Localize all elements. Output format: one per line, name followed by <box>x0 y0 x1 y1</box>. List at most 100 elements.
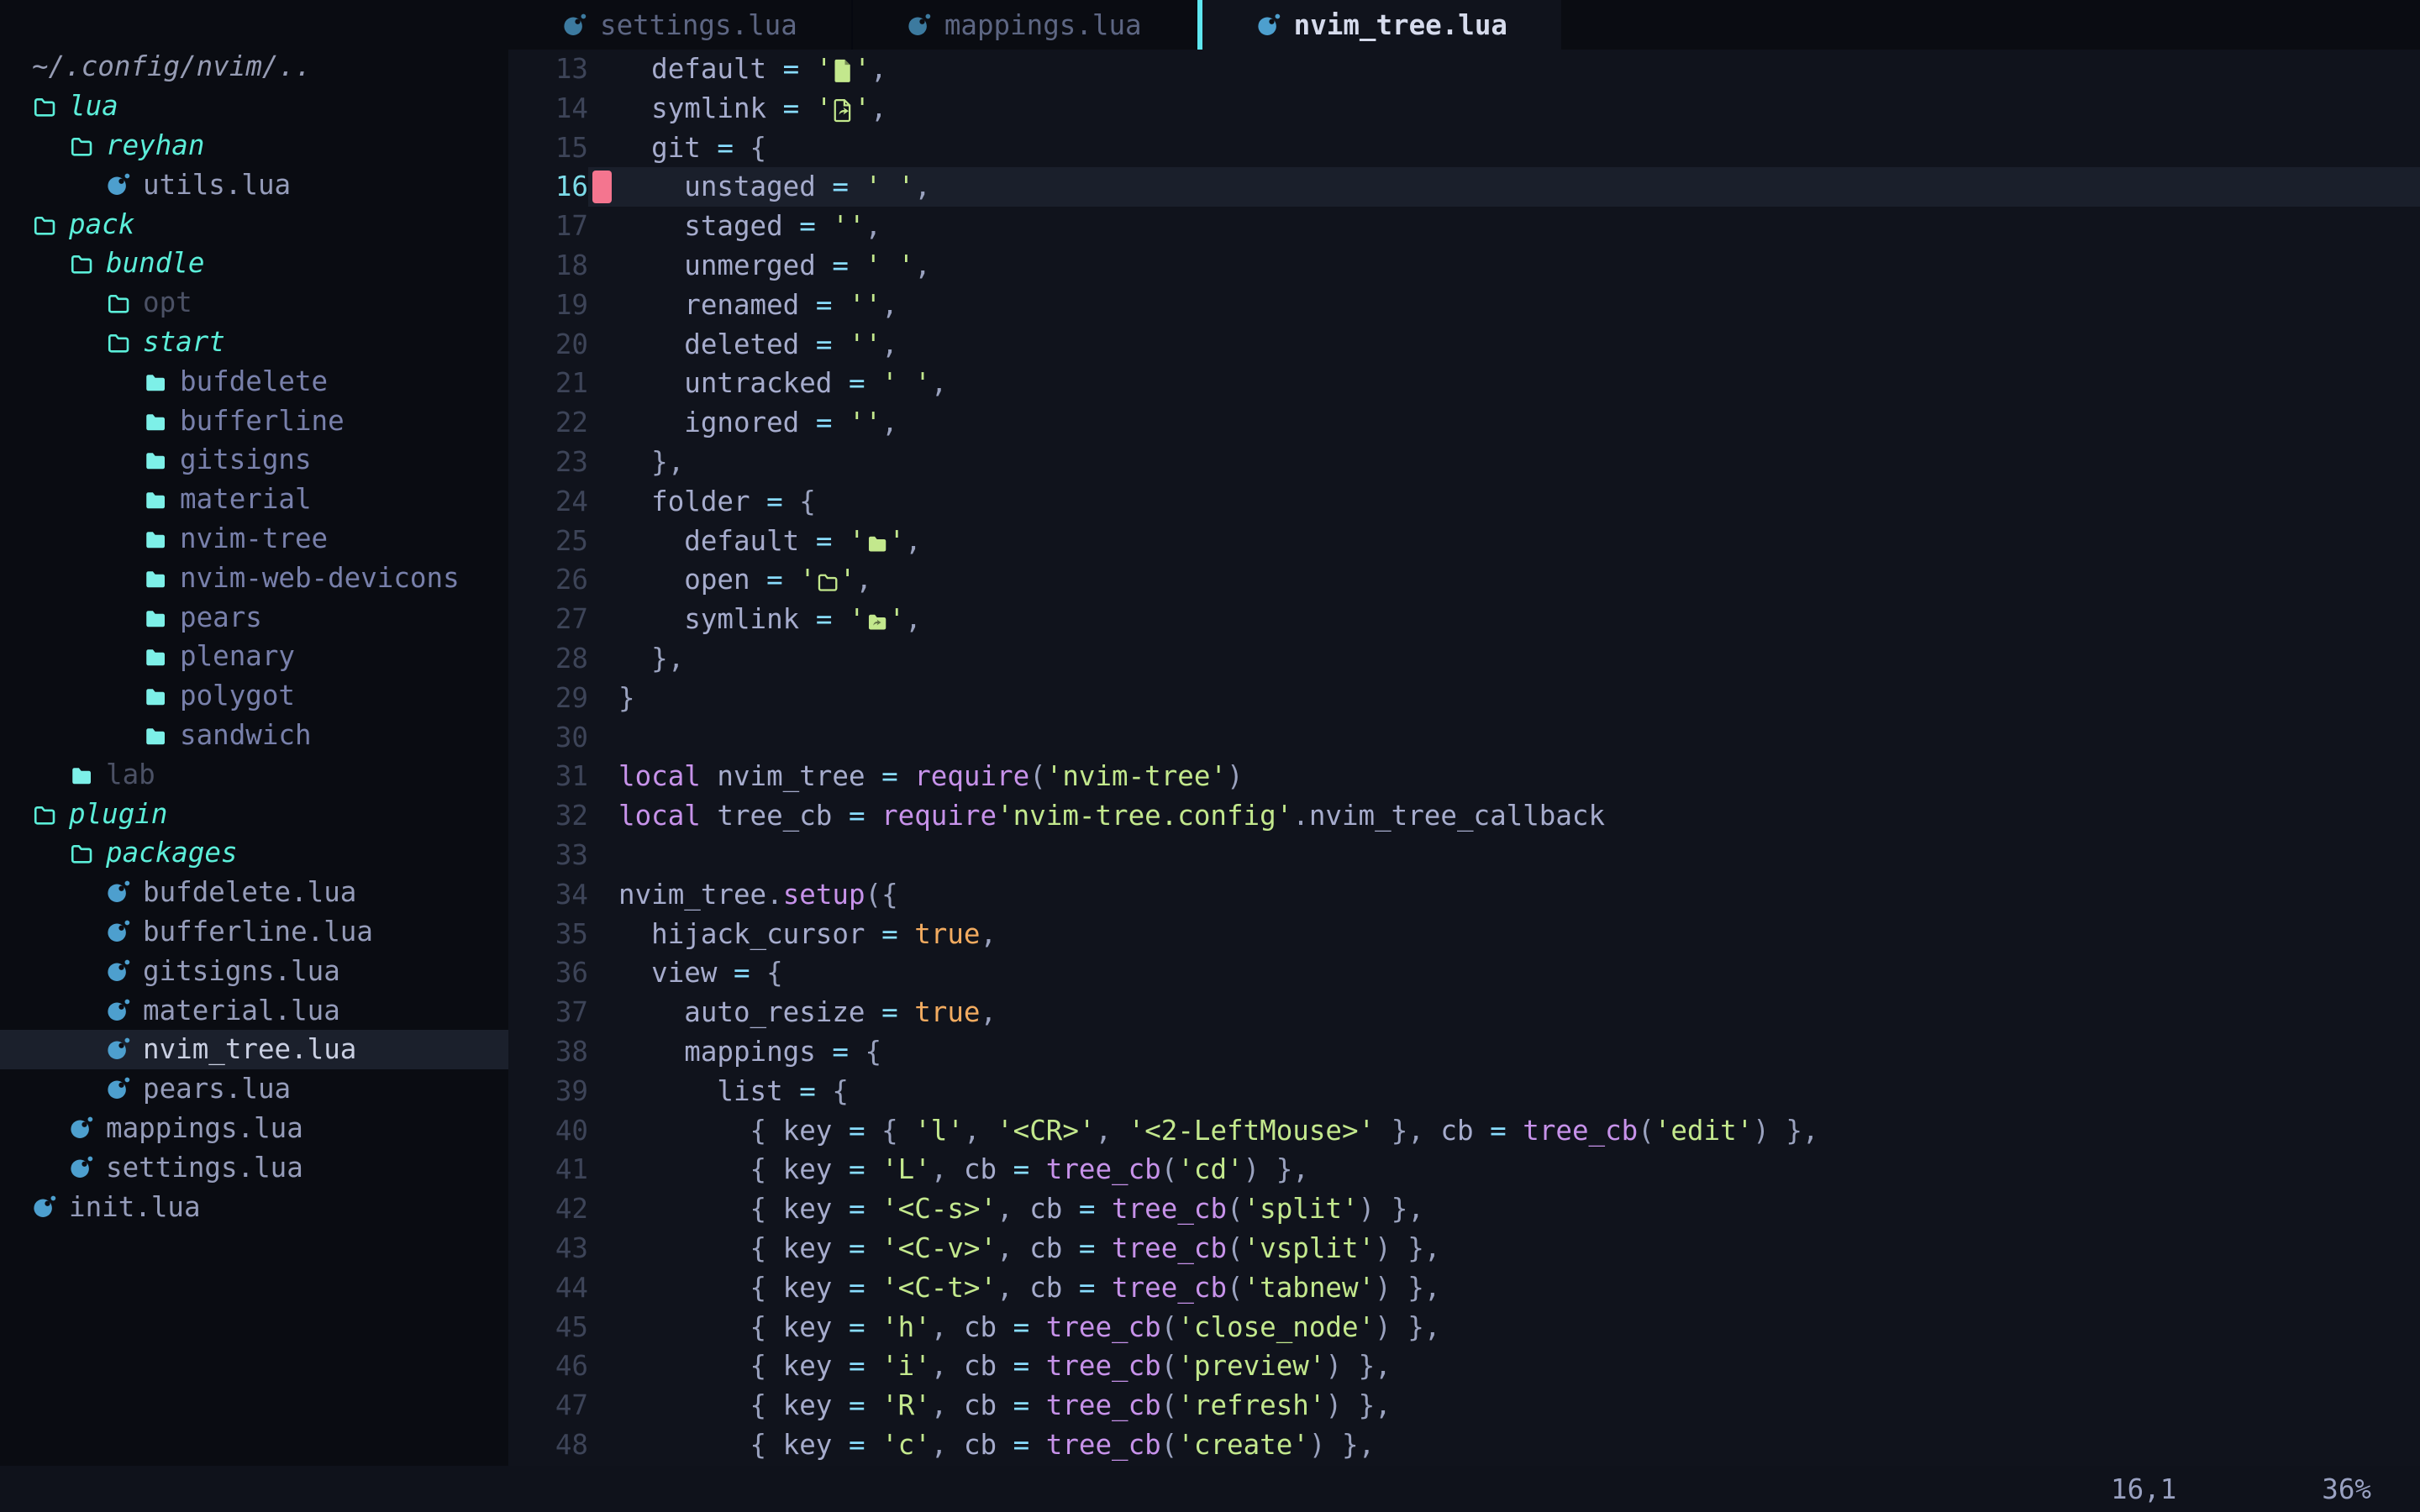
tab-settings.lua[interactable]: settings.lua <box>508 0 853 50</box>
line-text: list = { <box>588 1072 849 1111</box>
tree-item-pears.lua[interactable]: pears.lua <box>0 1069 508 1109</box>
lua-icon <box>106 1076 131 1101</box>
line-number: 41 <box>508 1150 588 1189</box>
token-str: ' <box>854 53 871 85</box>
code-line-21[interactable]: 21 untracked = ' ', <box>508 364 2420 403</box>
code-line-39[interactable]: 39 list = { <box>508 1072 2420 1111</box>
tree-item-start[interactable]: start <box>0 323 508 362</box>
tree-item-bufferline[interactable]: bufferline <box>0 401 508 440</box>
code-line-29[interactable]: 29} <box>508 679 2420 718</box>
code-line-43[interactable]: 43 { key = '<C-v>', cb = tree_cb('vsplit… <box>508 1229 2420 1268</box>
token-kw: local <box>618 760 717 792</box>
code-line-35[interactable]: 35 hijack_cursor = true, <box>508 915 2420 954</box>
code-line-48[interactable]: 48 { key = 'c', cb = tree_cb('create') }… <box>508 1425 2420 1465</box>
line-number: 45 <box>508 1308 588 1347</box>
tree-item-bufferline.lua[interactable]: bufferline.lua <box>0 912 508 952</box>
code-line-47[interactable]: 47 { key = 'R', cb = tree_cb('refresh') … <box>508 1386 2420 1425</box>
code-line-32[interactable]: 32local tree_cb = require'nvim-tree.conf… <box>508 796 2420 836</box>
code-line-40[interactable]: 40 { key = { 'l', '<CR>', '<2-LeftMouse>… <box>508 1111 2420 1151</box>
tree-item-material.lua[interactable]: material.lua <box>0 990 508 1030</box>
code-line-28[interactable]: 28 }, <box>508 639 2420 679</box>
line-number: 16 <box>508 167 588 207</box>
tree-item-nvim_tree.lua[interactable]: nvim_tree.lua <box>0 1030 508 1069</box>
code-line-37[interactable]: 37 auto_resize = true, <box>508 993 2420 1032</box>
code-line-17[interactable]: 17 staged = '', <box>508 207 2420 246</box>
tree-item-utils.lua[interactable]: utils.lua <box>0 165 508 204</box>
code-line-14[interactable]: 14 symlink = '', <box>508 89 2420 129</box>
line-text: auto_resize = true, <box>588 993 997 1032</box>
tree-item-lab[interactable]: lab <box>0 754 508 794</box>
code-line-33[interactable]: 33 <box>508 836 2420 875</box>
code-line-34[interactable]: 34nvim_tree.setup({ <box>508 875 2420 915</box>
token-str: 'split' <box>1244 1193 1359 1225</box>
tree-item-plugin[interactable]: plugin <box>0 794 508 833</box>
code-line-41[interactable]: 41 { key = 'L', cb = tree_cb('cd') }, <box>508 1150 2420 1189</box>
folder-open-icon <box>32 212 57 237</box>
code-line-31[interactable]: 31local nvim_tree = require('nvim-tree') <box>508 757 2420 796</box>
token-op: = <box>849 1272 881 1304</box>
tree-item-lua[interactable]: lua <box>0 87 508 126</box>
code-line-30[interactable]: 30 <box>508 718 2420 758</box>
token-id: list <box>618 1075 799 1107</box>
tab-label: settings.lua <box>600 9 797 41</box>
code-line-38[interactable]: 38 mappings = { <box>508 1032 2420 1072</box>
code-line-16[interactable]: 16 unstaged = ' ', <box>508 167 2420 207</box>
code-line-45[interactable]: 45 { key = 'h', cb = tree_cb('close_node… <box>508 1308 2420 1347</box>
token-pun: , <box>997 1272 1029 1304</box>
tree-item-plenary[interactable]: plenary <box>0 637 508 676</box>
tree-item-gitsigns.lua[interactable]: gitsigns.lua <box>0 951 508 990</box>
tree-item-pears[interactable]: pears <box>0 597 508 637</box>
code-line-22[interactable]: 22 ignored = '', <box>508 403 2420 443</box>
code-line-15[interactable]: 15 git = { <box>508 129 2420 168</box>
code-line-19[interactable]: 19 renamed = '', <box>508 286 2420 325</box>
folder-closed-icon <box>143 447 168 472</box>
tree-root-path[interactable]: ~/.config/nvim/.. <box>0 47 508 87</box>
tree-item-sandwich[interactable]: sandwich <box>0 716 508 755</box>
tree-item-nvim-tree[interactable]: nvim-tree <box>0 519 508 559</box>
tree-item-reyhan[interactable]: reyhan <box>0 126 508 165</box>
line-number: 14 <box>508 89 588 129</box>
token-pun: . <box>1292 800 1309 832</box>
code-line-25[interactable]: 25 default = '', <box>508 522 2420 561</box>
folder-closed-icon <box>143 643 168 669</box>
tree-item-polygot[interactable]: polygot <box>0 676 508 716</box>
token-pun: , <box>931 1429 964 1461</box>
code-line-18[interactable]: 18 unmerged = ' ', <box>508 246 2420 286</box>
code-line-27[interactable]: 27 symlink = '', <box>508 600 2420 639</box>
tree-item-bufdelete.lua[interactable]: bufdelete.lua <box>0 873 508 912</box>
folder-closed-icon <box>143 369 168 394</box>
tree-item-packages[interactable]: packages <box>0 833 508 873</box>
tree-item-material[interactable]: material <box>0 480 508 519</box>
code-line-20[interactable]: 20 deleted = '', <box>508 325 2420 365</box>
code-line-23[interactable]: 23 }, <box>508 443 2420 482</box>
code-line-42[interactable]: 42 { key = '<C-s>', cb = tree_cb('split'… <box>508 1189 2420 1229</box>
token-pun: ( <box>1161 1389 1178 1421</box>
code-line-46[interactable]: 46 { key = 'i', cb = tree_cb('preview') … <box>508 1347 2420 1386</box>
line-text: ignored = '', <box>588 403 898 443</box>
tab-mappings.lua[interactable]: mappings.lua <box>853 0 1197 50</box>
tree-item-label: sandwich <box>180 719 312 751</box>
token-kw: require <box>914 760 1029 792</box>
line-number: 22 <box>508 403 588 443</box>
code-line-36[interactable]: 36 view = { <box>508 953 2420 993</box>
tab-nvim_tree.lua[interactable]: nvim_tree.lua <box>1202 0 1561 50</box>
tree-item-gitsigns[interactable]: gitsigns <box>0 440 508 480</box>
tree-item-bufdelete[interactable]: bufdelete <box>0 361 508 401</box>
tree-item-bundle[interactable]: bundle <box>0 244 508 283</box>
tree-item-nvim-web-devicons[interactable]: nvim-web-devicons <box>0 558 508 597</box>
nvim-tree-sidebar: ~/.config/nvim/..luareyhanutils.luapackb… <box>0 0 508 1466</box>
code-line-26[interactable]: 26 open = '', <box>508 560 2420 600</box>
code-line-44[interactable]: 44 { key = '<C-t>', cb = tree_cb('tabnew… <box>508 1268 2420 1308</box>
token-id: key <box>783 1389 849 1421</box>
code-line-24[interactable]: 24 folder = { <box>508 482 2420 522</box>
tree-item-settings.lua[interactable]: settings.lua <box>0 1147 508 1187</box>
tree-item-mappings.lua[interactable]: mappings.lua <box>0 1109 508 1148</box>
token-pun: { <box>766 957 783 989</box>
cursor-block <box>592 171 612 203</box>
folder-closed-icon <box>143 722 168 748</box>
tree-item-pack[interactable]: pack <box>0 204 508 244</box>
tree-item-opt[interactable]: opt <box>0 283 508 323</box>
editor-pane[interactable]: 13 default = '',14 symlink = '',15 git =… <box>508 50 2420 1466</box>
code-line-13[interactable]: 13 default = '', <box>508 50 2420 89</box>
tree-item-init.lua[interactable]: init.lua <box>0 1187 508 1226</box>
